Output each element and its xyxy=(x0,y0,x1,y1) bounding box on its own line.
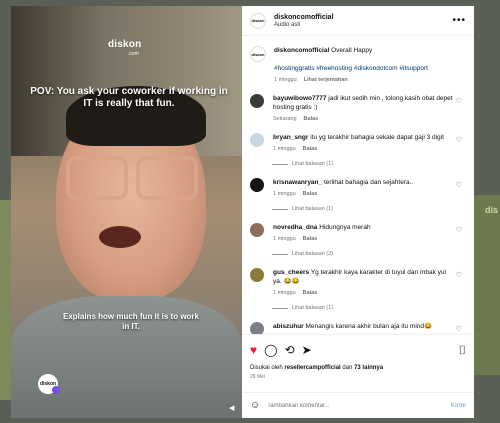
comment-time: 1 minggu xyxy=(273,236,296,242)
post-caption: diskon diskoncomofficial Overall Happy #… xyxy=(250,46,466,83)
video-brand-logo: diskon xyxy=(108,39,142,50)
replies-divider xyxy=(272,253,288,255)
translate-link[interactable]: Lihat terjemahan xyxy=(304,77,348,83)
share-icon[interactable]: ⟲ xyxy=(285,344,295,356)
avatar[interactable] xyxy=(250,94,264,108)
comment-text: Hidungnya merah xyxy=(319,224,371,231)
view-replies-label[interactable]: Lihat balasan (1) xyxy=(292,161,333,167)
post-video[interactable]: diskon .com POV: You ask your coworker i… xyxy=(11,6,242,418)
comment-item: gus_cheers Yg terakhir kaya karakter di … xyxy=(250,268,466,296)
view-replies-label[interactable]: Lihat balasan (1) xyxy=(292,206,333,212)
comment-time: 1 minggu xyxy=(273,290,296,296)
comment-item: krisnawanryan_ terlihat bahagia dan seja… xyxy=(250,178,466,197)
bookmark-icon[interactable]: ⌷ xyxy=(459,344,466,356)
comment-like-icon[interactable]: ♡ xyxy=(456,226,462,234)
comment-username[interactable]: abiszuhur xyxy=(273,323,304,330)
comment-like-icon[interactable]: ♡ xyxy=(456,325,462,333)
comment-item: novredha_dna Hidungnya merah 1 minggu Bal… xyxy=(250,223,466,242)
comment-username[interactable]: gus_cheers xyxy=(273,269,309,276)
avatar[interactable] xyxy=(250,268,264,282)
replies-divider xyxy=(272,307,288,309)
comment-text: Menangis karena akhir bulan aja itu mind… xyxy=(305,323,433,330)
post-side-panel: diskon diskoncomofficial Audio asli ••• … xyxy=(242,6,474,418)
caption-hashtags[interactable]: #hostinggratis #freehosting #diskondotco… xyxy=(274,64,428,73)
audio-link[interactable]: Audio asli xyxy=(274,22,452,28)
view-replies-label[interactable]: Lihat balasan (1) xyxy=(292,305,333,311)
video-brand-sub: .com xyxy=(128,51,139,57)
background-right-strip xyxy=(474,195,500,375)
comment-item: bryan_sngr itu yg terakhir bahagia sekal… xyxy=(250,133,466,152)
comment-username[interactable]: bayuwibowo7777 xyxy=(273,95,326,102)
avatar[interactable]: diskon xyxy=(250,46,266,62)
comment-text: terlihat bahagia dan sejahtera.. xyxy=(323,179,414,186)
comment-icon[interactable]: ◯ xyxy=(264,344,277,356)
comment-username[interactable]: krisnawanryan_ xyxy=(273,179,322,186)
glasses-left xyxy=(66,156,128,200)
glasses-right xyxy=(136,156,198,200)
reply-button[interactable]: Balas xyxy=(304,116,319,122)
header-username[interactable]: diskoncomofficial xyxy=(274,14,452,21)
comment-like-icon[interactable]: ♡ xyxy=(456,136,462,144)
post-date: 26 Mei xyxy=(250,374,266,380)
comment-item: abiszuhur Menangis karena akhir bulan aj… xyxy=(250,322,466,334)
video-caption-bottom: Explains how much fun it is to work in I… xyxy=(62,312,199,331)
caption-username[interactable]: diskoncomofficial xyxy=(274,47,329,54)
mute-icon[interactable]: ◀︎ xyxy=(229,404,234,412)
reply-button[interactable]: Balas xyxy=(303,191,318,197)
view-replies-label[interactable]: Lihat balasan (2) xyxy=(292,251,333,257)
reply-button[interactable]: Balas xyxy=(303,146,318,152)
comment-time: 1 minggu xyxy=(273,146,296,152)
post-modal: diskon .com POV: You ask your coworker i… xyxy=(11,6,474,418)
reply-button[interactable]: Balas xyxy=(303,236,318,242)
send-icon[interactable]: ➤ xyxy=(302,344,312,356)
avatar[interactable] xyxy=(250,223,264,237)
comment-username[interactable]: bryan_sngr xyxy=(273,134,308,141)
background-right-text: dis xyxy=(484,205,498,215)
replies-divider xyxy=(272,163,288,165)
reel-icon xyxy=(52,386,60,394)
emoji-icon[interactable]: ☺ xyxy=(250,400,260,411)
comments-list[interactable]: diskon diskoncomofficial Overall Happy #… xyxy=(242,36,474,334)
replies-divider xyxy=(272,208,288,210)
avatar[interactable] xyxy=(250,178,264,192)
video-person-mouth xyxy=(99,226,141,248)
view-replies[interactable]: Lihat balasan (1) xyxy=(272,206,466,212)
comment-like-icon[interactable]: ♡ xyxy=(456,181,462,189)
post-comment-button[interactable]: Kirim xyxy=(451,403,466,409)
likes-count[interactable]: 73 lainnya xyxy=(354,365,383,371)
caption-time: 1 minggu xyxy=(274,77,297,83)
comment-item: bayuwibowo7777 jadi ikut sedih min , tol… xyxy=(250,94,466,122)
avatar[interactable] xyxy=(250,322,264,334)
comment-like-icon[interactable]: ♡ xyxy=(456,271,462,279)
heart-icon[interactable]: ♥ xyxy=(250,344,257,356)
comment-text: itu yg terakhir bahagia sekale dapat gaj… xyxy=(310,134,444,141)
view-replies[interactable]: Lihat balasan (1) xyxy=(272,305,466,311)
likes-prefix: Disukai oleh xyxy=(250,365,283,371)
comment-input[interactable] xyxy=(267,402,451,409)
more-options-icon[interactable]: ••• xyxy=(452,15,466,26)
reply-button[interactable]: Balas xyxy=(303,290,318,296)
comment-time: Sekarang xyxy=(273,116,297,122)
comment-time: 1 minggu xyxy=(273,191,296,197)
avatar[interactable]: diskon xyxy=(250,12,266,29)
post-header: diskon diskoncomofficial Audio asli ••• xyxy=(242,6,474,36)
add-comment-bar: ☺ Kirim xyxy=(242,392,474,418)
post-actions: ♥ ◯ ⟲ ➤ ⌷ Disukai oleh resellercampoffic… xyxy=(242,334,474,392)
view-replies[interactable]: Lihat balasan (2) xyxy=(272,251,466,257)
view-replies[interactable]: Lihat balasan (1) xyxy=(272,161,466,167)
caption-text: Overall Happy xyxy=(331,47,373,54)
comment-like-icon[interactable]: ♡ xyxy=(456,97,462,105)
liked-by-user[interactable]: resellercampofficial xyxy=(284,365,340,371)
comment-username[interactable]: novredha_dna xyxy=(273,224,317,231)
avatar[interactable] xyxy=(250,133,264,147)
likes-summary: Disukai oleh resellercampofficial dan 73… xyxy=(250,365,466,371)
likes-and: dan xyxy=(342,365,353,371)
video-caption-top: POV: You ask your coworker if working in… xyxy=(30,86,228,109)
